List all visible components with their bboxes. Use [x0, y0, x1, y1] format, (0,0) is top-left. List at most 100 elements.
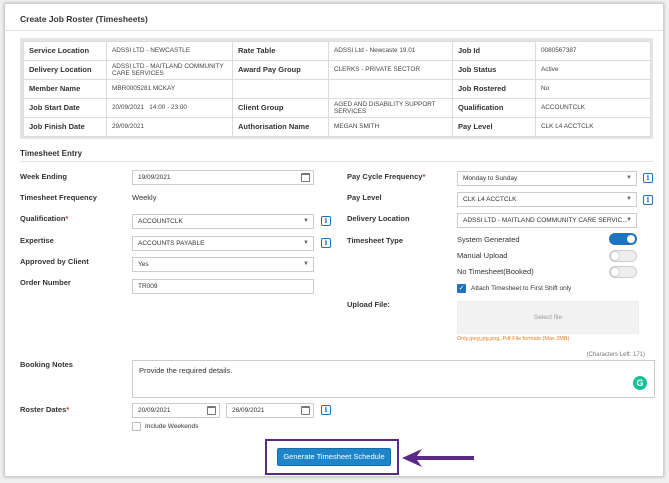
expertise-info-icon[interactable]: i	[321, 238, 331, 248]
manual-upload-label: Manual Upload	[457, 251, 508, 260]
calendar-icon[interactable]	[301, 173, 310, 182]
expertise-selected: ACCOUNTS PAYABLE	[138, 240, 205, 247]
table-row: Member Name MBR0005281 MCKAY Job Rostere…	[23, 79, 651, 99]
member-name-label: Member Name	[23, 79, 107, 99]
title-divider	[5, 30, 663, 31]
booking-notes-label: Booking Notes	[20, 360, 73, 369]
toggle-knob	[610, 267, 620, 277]
approved-by-client-select[interactable]: Yes ▼	[132, 257, 314, 272]
upload-file-label: Upload File:	[347, 300, 390, 309]
job-finish-date-label: Job Finish Date	[23, 117, 107, 137]
roster-start-date-input[interactable]: 20/09/2021	[132, 403, 220, 418]
job-rostered-label: Job Rostered	[452, 79, 536, 99]
grammarly-icon[interactable]: G	[633, 376, 647, 390]
table-row: Service Location ADSSI LTD - NEWCASTLE R…	[23, 41, 651, 61]
pay-cycle-info-icon[interactable]: i	[643, 173, 653, 183]
timesheet-type-label: Timesheet Type	[347, 236, 403, 245]
timesheet-frequency-value: Weekly	[132, 193, 157, 202]
roster-start-date-value: 20/09/2021	[138, 407, 171, 414]
week-ending-input[interactable]: 19/09/2021	[132, 170, 314, 185]
job-rostered-value: No	[535, 79, 651, 99]
week-ending-value: 19/09/2021	[138, 174, 171, 181]
roster-end-date-value: 26/09/2021	[232, 407, 265, 414]
award-pay-group-value: CLERKS - PRIVATE SECTOR	[328, 60, 453, 80]
service-location-label: Service Location	[23, 41, 107, 61]
required-marker: *	[422, 172, 426, 181]
expertise-label: Expertise	[20, 236, 54, 245]
no-timesheet-label: No Timesheet(Booked)	[457, 267, 534, 276]
job-start-date-label: Job Start Date	[23, 98, 107, 118]
job-finish-date-value: 29/09/2021	[106, 117, 233, 137]
rate-table-value: ADSSI Ltd - Newcaste 19.01	[328, 41, 453, 61]
pay-level-selected: CLK L4 ACCTCLK	[463, 196, 517, 203]
pay-level-select[interactable]: CLK L4 ACCTCLK ▼	[457, 192, 637, 207]
chevron-down-icon: ▼	[303, 261, 309, 267]
qualification-value: ACCOUNTCLK	[535, 98, 651, 118]
qualification-label: Qualification	[452, 98, 536, 118]
generate-timesheet-schedule-button[interactable]: Generate Timesheet Schedule	[277, 448, 391, 466]
upload-format-hint: Only.jpeg,jpg,png,.Pdf File formats (Max…	[457, 336, 570, 342]
chevron-down-icon: ▼	[626, 217, 632, 223]
timesheet-frequency-label: Timesheet Frequency	[20, 193, 97, 202]
service-location-value: ADSSI LTD - NEWCASTLE	[106, 41, 233, 61]
authorisation-name-label: Authorisation Name	[232, 117, 329, 137]
week-ending-label: Week Ending	[20, 172, 67, 181]
pay-level-field-label: Pay Level	[347, 193, 382, 202]
qualification-info-icon[interactable]: i	[321, 216, 331, 226]
calendar-icon[interactable]	[301, 406, 310, 415]
qualification-field-label: Qualification*	[20, 214, 69, 223]
panel-title: Create Job Roster (Timesheets)	[20, 14, 148, 24]
qualification-select[interactable]: ACCOUNTCLK ▼	[132, 214, 314, 229]
client-group-value: AGED AND DISABILITY SUPPORT SERVICES	[328, 98, 453, 118]
system-generated-toggle[interactable]	[609, 233, 637, 245]
delivery-location-value: ADSSI LTD - MAITLAND COMMUNITY CARE SERV…	[106, 60, 233, 80]
approved-by-client-selected: Yes	[138, 261, 149, 268]
order-number-input[interactable]: TR009	[132, 279, 314, 294]
manual-upload-toggle[interactable]	[609, 250, 637, 262]
pointer-arrow-icon	[402, 449, 474, 467]
approved-by-client-label: Approved by Client	[20, 257, 89, 266]
include-weekends-checkbox[interactable]	[132, 422, 141, 431]
authorisation-name-value: MEGAN SMITH	[328, 117, 453, 137]
calendar-icon[interactable]	[207, 406, 216, 415]
order-number-label: Order Number	[20, 278, 71, 287]
job-id-label: Job Id	[452, 41, 536, 61]
pay-cycle-frequency-selected: Monday to Sunday	[463, 175, 518, 182]
expertise-select[interactable]: ACCOUNTS PAYABLE ▼	[132, 236, 314, 251]
required-marker: *	[65, 214, 69, 223]
job-status-value: Active	[535, 60, 651, 80]
pay-cycle-frequency-label: Pay Cycle Frequency*	[347, 172, 426, 181]
attach-first-shift-label: Attach Timesheet to First Shift only	[471, 285, 572, 292]
toggle-knob	[626, 234, 636, 244]
rate-table-label: Rate Table	[232, 41, 329, 61]
booking-notes-textarea[interactable]: Provide the required details. G	[132, 360, 655, 398]
client-group-label: Client Group	[232, 98, 329, 118]
chevron-down-icon: ▼	[303, 218, 309, 224]
chevron-down-icon: ▼	[626, 175, 632, 181]
select-file-button[interactable]: Select file	[457, 301, 639, 334]
create-job-roster-panel: Create Job Roster (Timesheets) Service L…	[4, 3, 664, 477]
qualification-selected: ACCOUNTCLK	[138, 218, 183, 225]
member-name-value: MBR0005281 MCKAY	[106, 79, 233, 99]
chevron-down-icon: ▼	[303, 240, 309, 246]
delivery-location-selected: ADSSI LTD - MAITLAND COMMUNITY CARE SERV…	[463, 217, 628, 224]
delivery-location-select[interactable]: ADSSI LTD - MAITLAND COMMUNITY CARE SERV…	[457, 213, 637, 228]
pay-cycle-frequency-select[interactable]: Monday to Sunday ▼	[457, 171, 637, 186]
roster-end-date-input[interactable]: 26/09/2021	[226, 403, 314, 418]
pay-level-info-icon[interactable]: i	[643, 195, 653, 205]
job-info-box: Service Location ADSSI LTD - NEWCASTLE R…	[20, 38, 653, 139]
job-status-label: Job Status	[452, 60, 536, 80]
no-timesheet-toggle[interactable]	[609, 266, 637, 278]
attach-first-shift-checkbox[interactable]: ✓	[457, 284, 466, 293]
table-row: Delivery Location ADSSI LTD - MAITLAND C…	[23, 60, 651, 80]
job-start-date-value: 20/09/2021 14:00 - 23:00	[106, 98, 233, 118]
required-marker: *	[66, 405, 70, 414]
empty-cell	[328, 79, 453, 99]
delivery-location-field-label: Delivery Location	[347, 214, 410, 223]
job-info-table: Service Location ADSSI LTD - NEWCASTLE R…	[23, 41, 651, 137]
delivery-location-label: Delivery Location	[23, 60, 107, 80]
system-generated-label: System Generated	[457, 235, 520, 244]
pay-level-value: CLK L4 ACCTCLK	[535, 117, 651, 137]
roster-dates-info-icon[interactable]: i	[321, 405, 331, 415]
roster-dates-label: Roster Dates*	[20, 405, 70, 414]
